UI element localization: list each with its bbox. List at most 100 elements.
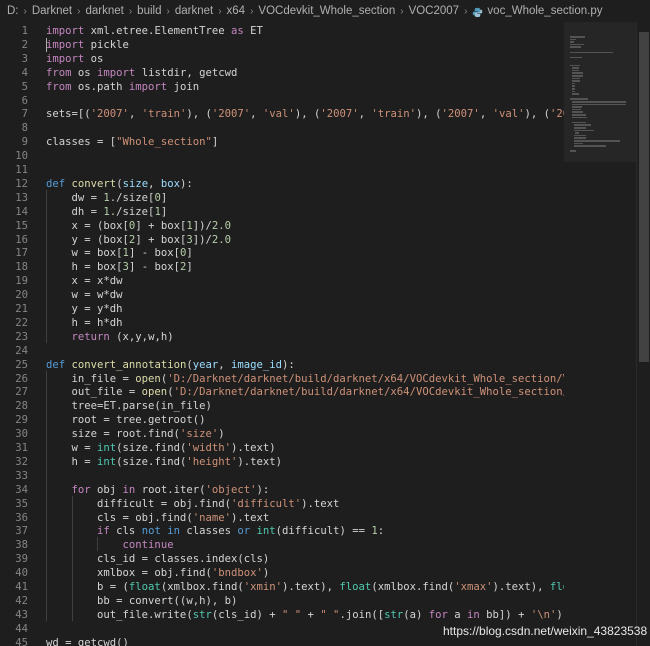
- minimap-line: [570, 41, 575, 43]
- breadcrumb-item[interactable]: Darknet: [32, 5, 72, 17]
- code-token: continue: [122, 539, 174, 552]
- code-token: b = (: [46, 581, 129, 593]
- minimap-line: [571, 72, 584, 74]
- code-text: wd = getcwd(): [46, 635, 129, 646]
- code-token: float: [549, 581, 564, 593]
- minimap-line: [573, 124, 591, 126]
- code-token: ET: [243, 25, 263, 37]
- code-token: int: [97, 442, 117, 454]
- minimap-line: [571, 85, 576, 87]
- code-token: float: [339, 581, 372, 593]
- code-token: pickle: [84, 38, 129, 51]
- minimap-line: [571, 114, 587, 116]
- code-token: 'object': [205, 483, 257, 496]
- code-token: 1.: [103, 205, 117, 218]
- minimap-line: [571, 106, 582, 108]
- code-token: 'train': [371, 108, 417, 121]
- code-token: or: [237, 525, 251, 538]
- vertical-scrollbar[interactable]: [636, 22, 650, 646]
- minimap-line: [571, 93, 579, 95]
- breadcrumb-item[interactable]: VOC2007: [409, 5, 460, 17]
- minimap-line: [571, 82, 576, 85]
- code-token: os: [71, 66, 98, 79]
- code-token: (xmlbox.find(: [371, 581, 455, 593]
- code-token: 'height': [186, 455, 238, 468]
- code-token: (size.find(: [116, 442, 187, 454]
- breadcrumb-item[interactable]: darknet: [85, 5, 123, 17]
- breadcrumb-item[interactable]: D:: [7, 5, 19, 17]
- code-token: for: [71, 483, 91, 496]
- code-token: in: [467, 608, 480, 621]
- code-editor[interactable]: 1 import xml.etree.ElementTree as ET 2 impo…: [0, 22, 564, 646]
- breadcrumb: D: › Darknet › darknet › build › darknet › x64 › VOC…: [0, 0, 650, 22]
- code-token: ).text: [230, 511, 270, 524]
- chevron-right-icon: ›: [400, 5, 404, 17]
- code-token: import: [46, 52, 85, 65]
- code-token: "Whole_section": [116, 136, 212, 149]
- code-token: import: [46, 25, 85, 37]
- minimap-line: [571, 121, 586, 124]
- code-token: ])/: [192, 219, 212, 232]
- code-token: return: [71, 330, 110, 343]
- code-token: def: [46, 358, 66, 371]
- code-token: w = box[: [46, 247, 123, 260]
- minimap-line: [571, 88, 576, 90]
- code-token: ]: [186, 247, 193, 260]
- code-token: from: [46, 80, 72, 93]
- code-token: /size[: [116, 191, 155, 204]
- code-token: ).text): [237, 455, 283, 468]
- minimap-line: [573, 137, 586, 139]
- code-token: ,: [358, 108, 372, 121]
- code-token: root = tree.getroot(): [46, 414, 206, 427]
- breadcrumb-item[interactable]: VOCdevkit_Whole_section: [258, 5, 395, 17]
- code-token: ] - box[: [128, 261, 180, 274]
- code-token: for: [428, 608, 448, 621]
- minimap-line: [571, 75, 584, 77]
- minimap-line: [573, 127, 586, 129]
- scrollbar-thumb[interactable]: [639, 32, 649, 362]
- breadcrumb-item[interactable]: build: [137, 5, 161, 17]
- code-token: '2007': [211, 108, 251, 121]
- code-token: sets=[(: [46, 108, 91, 121]
- breadcrumb-item[interactable]: x64: [227, 5, 246, 17]
- code-token: convert_annotation: [71, 358, 187, 371]
- code-token: ,: [250, 108, 263, 121]
- code-token: 'train': [141, 108, 187, 121]
- code-token: os.path: [71, 80, 129, 93]
- code-token: '2007': [320, 108, 359, 121]
- code-token: difficult = obj.find(: [46, 497, 231, 510]
- minimap[interactable]: [564, 22, 636, 646]
- code-token: ,: [479, 108, 493, 121]
- code-token: '\n': [530, 608, 557, 621]
- code-token: obj: [90, 483, 123, 496]
- code-token: str: [192, 608, 212, 621]
- code-token: 'xmin': [243, 581, 283, 593]
- code-token: 2.0: [211, 219, 232, 232]
- code-token: h = h*dh: [46, 316, 123, 329]
- line-number: 45: [15, 636, 28, 646]
- chevron-right-icon: ›: [23, 5, 27, 17]
- indent-guide: [71, 495, 73, 621]
- code-token: .join([: [339, 608, 385, 621]
- code-token: tree=ET.parse(in_file): [46, 400, 212, 413]
- chevron-right-icon: ›: [128, 5, 133, 17]
- code-token: 'val': [492, 108, 525, 121]
- code-token: (x,y,w,h): [109, 330, 174, 343]
- code-token: listdir, getcwd: [135, 66, 238, 79]
- code-token: cls: [109, 525, 142, 538]
- breadcrumb-item[interactable]: darknet: [175, 5, 213, 17]
- code-token: int: [97, 455, 117, 468]
- code-token: ).text): [231, 442, 276, 454]
- code-token: ).text),: [492, 581, 550, 593]
- code-token: wd = getcwd(): [46, 636, 129, 646]
- breadcrumb-file[interactable]: voc_Whole_section.py: [487, 5, 602, 17]
- watermark-text: https://blog.csdn.net/weixin_43823538: [443, 624, 648, 638]
- code-token: os: [84, 52, 104, 65]
- code-token: out_file =: [46, 386, 142, 399]
- code-token: /size[: [116, 205, 155, 218]
- minimap-line: [570, 150, 576, 152]
- code-token: int: [256, 525, 276, 538]
- minimap-line: [570, 56, 583, 59]
